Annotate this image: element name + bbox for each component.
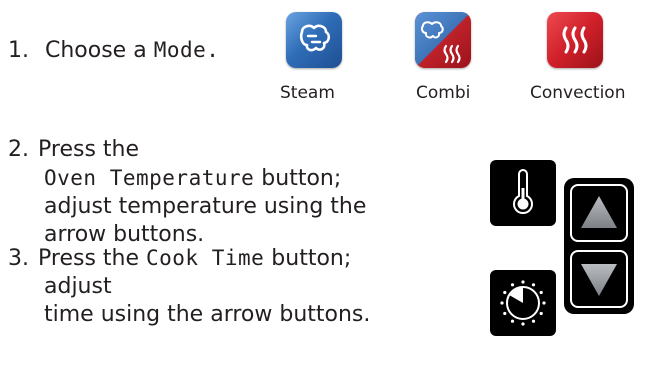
convection-icon xyxy=(562,26,588,54)
step-number: 3. xyxy=(8,246,29,271)
combi-label: Combi xyxy=(416,83,471,103)
convection-mode-button[interactable] xyxy=(547,12,603,68)
step-text: Press the xyxy=(38,137,139,162)
up-arrow-icon xyxy=(581,196,617,228)
steam-mode-button[interactable] xyxy=(286,12,342,68)
arrow-button-panel xyxy=(564,178,634,314)
steam-icon xyxy=(299,24,331,52)
oven-temperature-term: Oven Temperature xyxy=(44,166,255,190)
step-text: button; xyxy=(264,246,352,271)
oven-temperature-button[interactable] xyxy=(490,160,556,226)
down-arrow-button[interactable] xyxy=(570,250,628,308)
cook-time-button[interactable] xyxy=(490,270,556,336)
step-1: 1. Choose a Mode. xyxy=(8,36,219,65)
step-number: 1. xyxy=(8,38,29,63)
step-text: adjust temperature using the xyxy=(44,194,367,219)
step-number: 2. xyxy=(8,137,29,162)
combi-icon xyxy=(415,12,471,68)
step-text: Press the xyxy=(38,246,146,271)
steam-label: Steam xyxy=(280,83,335,103)
combi-mode-button[interactable] xyxy=(415,12,471,68)
thermometer-icon xyxy=(513,169,533,215)
mode-term: Mode. xyxy=(153,38,220,62)
down-arrow-icon xyxy=(581,264,617,296)
step-text: adjust xyxy=(44,274,112,299)
step-text: button; xyxy=(254,166,342,191)
cook-time-term: Cook Time xyxy=(146,246,265,270)
step-text: time using the arrow buttons. xyxy=(44,302,371,327)
step-text: Choose a xyxy=(45,38,147,63)
step-3: 3. Press the Cook Time button; adjust tim… xyxy=(8,244,370,329)
up-arrow-button[interactable] xyxy=(570,184,628,242)
step-2: 2. Press the Oven Temperature button; adj… xyxy=(8,136,366,249)
timer-dial-icon xyxy=(500,280,546,326)
convection-label: Convection xyxy=(530,83,626,103)
